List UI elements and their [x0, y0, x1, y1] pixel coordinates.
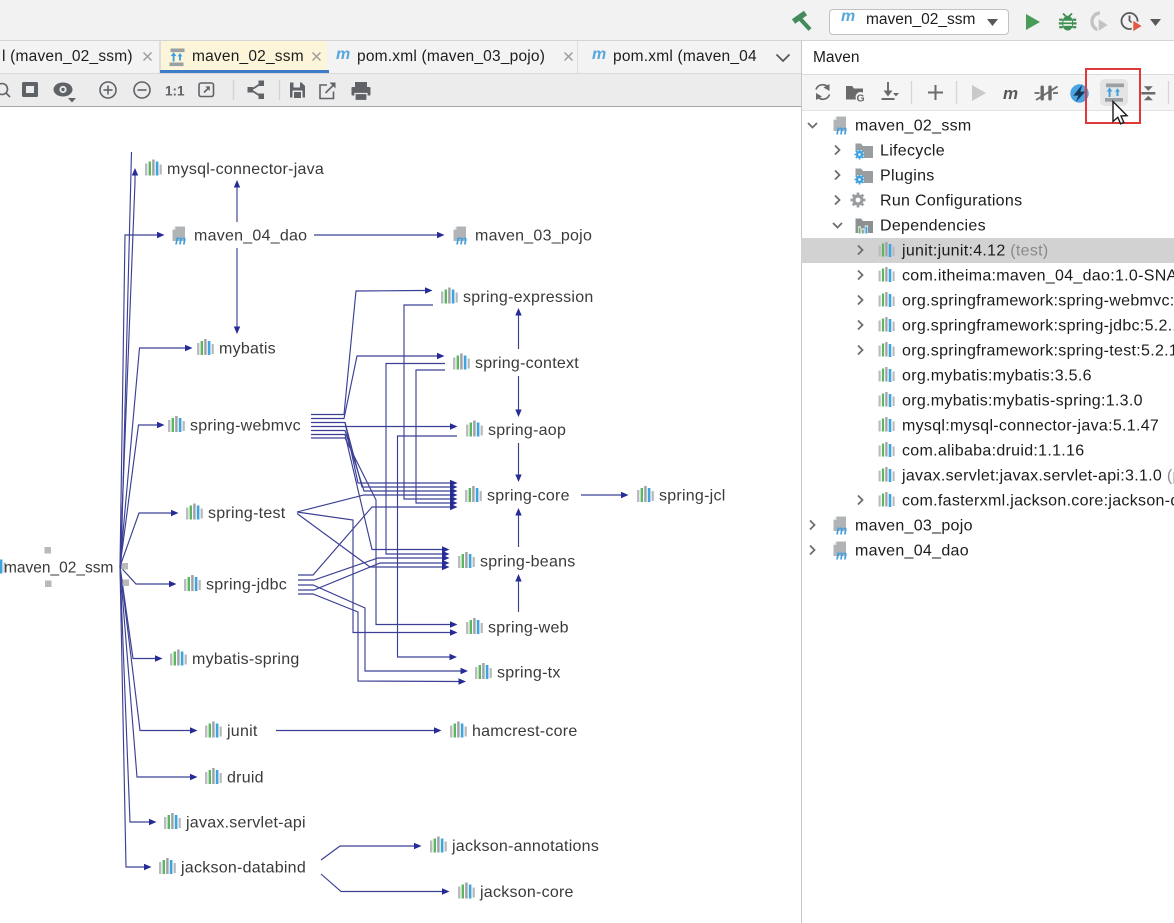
svg-text:mysql:mysql-connector-java:5.1: mysql:mysql-connector-java:5.1.47 — [902, 418, 1159, 435]
svg-text:Run Configurations: Run Configurations — [880, 193, 1022, 210]
svg-text:com.itheima:maven_04_dao:1.0-S: com.itheima:maven_04_dao:1.0-SNAPSHOT — [902, 268, 1174, 285]
svg-text:Lifecycle: Lifecycle — [880, 143, 945, 160]
svg-text:Dependencies: Dependencies — [880, 218, 986, 235]
svg-text:org.springframework:spring-web: org.springframework:spring-webmvc:5.2.10… — [902, 293, 1174, 310]
svg-text:org.mybatis:mybatis:3.5.6: org.mybatis:mybatis:3.5.6 — [902, 368, 1092, 385]
svg-text:com.alibaba:druid:1.1.16: com.alibaba:druid:1.1.16 — [902, 443, 1084, 460]
svg-text:G: G — [857, 93, 865, 105]
svg-text:com.fasterxml.jackson.core:jac: com.fasterxml.jackson.core:jackson-datab… — [902, 493, 1174, 510]
svg-text:maven_04_dao: maven_04_dao — [855, 543, 969, 560]
svg-text:maven_03_pojo: maven_03_pojo — [855, 518, 973, 535]
svg-text:javax.servlet:javax.servlet-ap: javax.servlet:javax.servlet-api:3.1.0 (p — [901, 468, 1174, 485]
svg-text:junit:junit:4.12 (test): junit:junit:4.12 (test) — [901, 243, 1049, 260]
svg-text:org.springframework:spring-jdb: org.springframework:spring-jdbc:5.2.10.R… — [902, 318, 1174, 335]
svg-text:org.mybatis:mybatis-spring:1.3: org.mybatis:mybatis-spring:1.3.0 — [902, 393, 1143, 410]
svg-text:maven_02_ssm: maven_02_ssm — [855, 118, 972, 135]
svg-text:Plugins: Plugins — [880, 168, 935, 185]
svg-text:org.springframework:spring-tes: org.springframework:spring-test:5.2.10.R… — [902, 343, 1174, 360]
svg-text:m: m — [1003, 84, 1018, 103]
